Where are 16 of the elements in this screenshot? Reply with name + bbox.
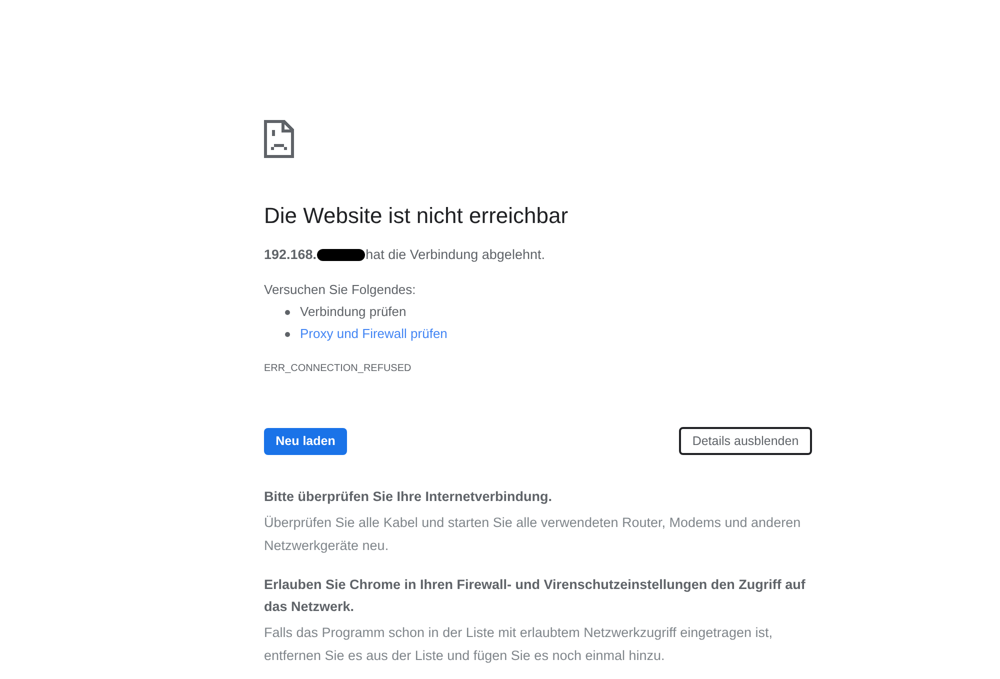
error-title: Die Website ist nicht erreichbar bbox=[264, 204, 570, 228]
details-heading: Erlauben Sie Chrome in Ihren Firewall- und Virenschutzeinstellungen den Zugriff auf das Netzwerk. bbox=[264, 576, 806, 616]
hide-details-button[interactable]: Details ausblenden bbox=[679, 427, 812, 455]
suggestion-text: Verbindung prüfen bbox=[300, 303, 406, 321]
details-paragraph: Falls das Programm schon in der Liste mit erlaubtem Netzwerkzugriff eingetragen ist, entfernen Sie es aus der Liste und fügen Sie es noch einmal hinzu. bbox=[264, 624, 774, 665]
reload-button[interactable]: Neu laden bbox=[264, 428, 347, 454]
host-address: 192.168. bbox=[264, 246, 317, 264]
error-code: ERR_CONNECTION_REFUSED bbox=[264, 362, 412, 376]
error-message: hat die Verbindung abgelehnt. bbox=[366, 246, 545, 264]
details-paragraph: Überprüfen Sie alle Kabel und starten Sie alle verwendeten Router, Modems und anderen Netzwerkgeräte neu. bbox=[264, 514, 802, 555]
suggestion-link[interactable]: Proxy und Firewall prüfen bbox=[300, 323, 448, 345]
bullet-icon bbox=[285, 332, 290, 336]
sad-document-icon bbox=[264, 120, 294, 158]
details-heading: Bitte überprüfen Sie Ihre Internetverbindung. bbox=[264, 488, 554, 506]
bullet-icon bbox=[285, 310, 290, 314]
suggestions-heading: Versuchen Sie Folgendes: bbox=[264, 281, 417, 299]
